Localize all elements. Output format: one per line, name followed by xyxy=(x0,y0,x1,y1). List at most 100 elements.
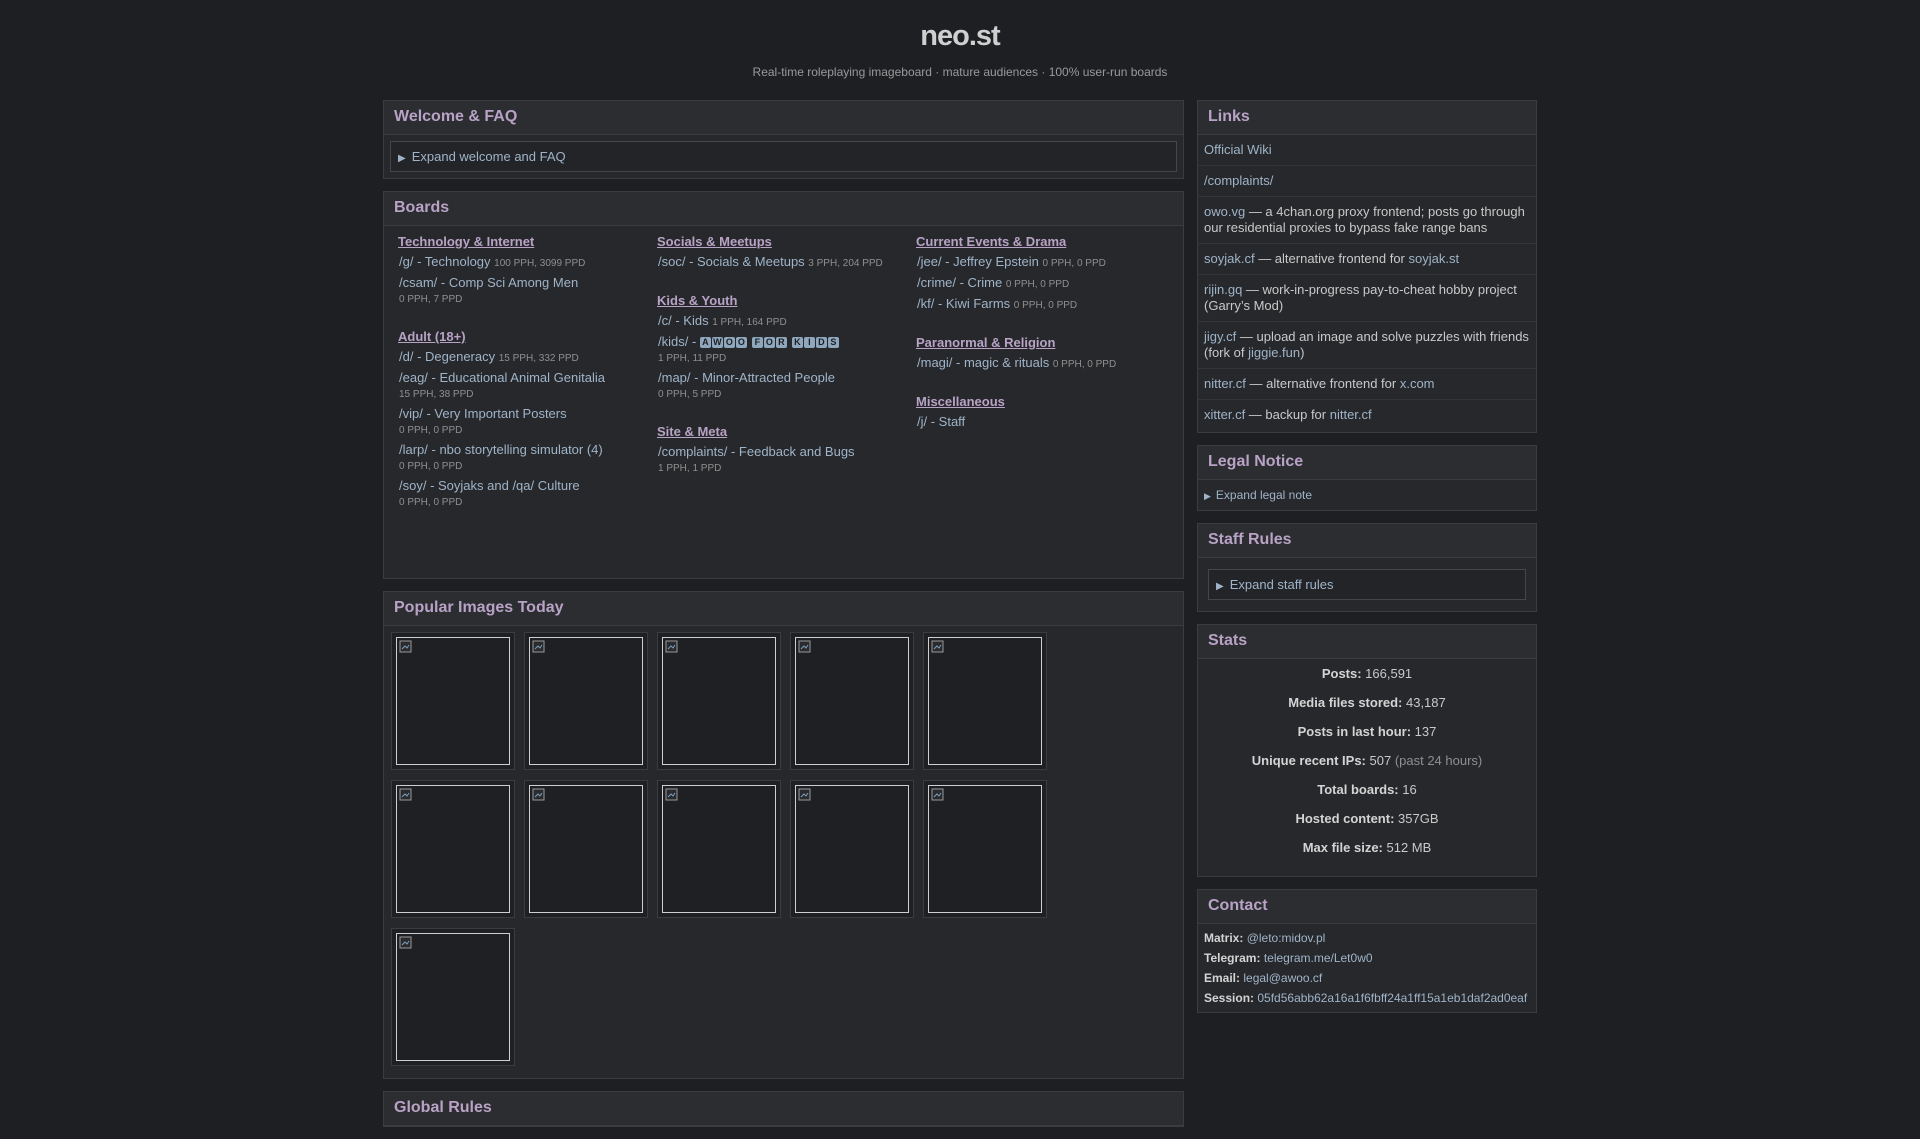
popular-images-grid xyxy=(384,626,1183,1078)
link-soyjak-cf[interactable]: soyjak.cf xyxy=(1204,251,1255,266)
contact-value[interactable]: telegram.me/Let0w0 xyxy=(1264,951,1373,965)
image-thumbnail[interactable] xyxy=(396,933,510,1061)
board-link[interactable]: /eag/ - Educational Animal Genitalia xyxy=(399,370,605,385)
board-entry: /eag/ - Educational Animal Genitalia 15 P… xyxy=(399,370,657,402)
popular-image[interactable] xyxy=(391,632,515,770)
boards-column: Technology & Internet/g/ - Technology 10… xyxy=(398,234,657,564)
popular-image[interactable] xyxy=(391,780,515,918)
kids-badge: AWOOFORKIDS xyxy=(699,334,840,349)
contact-row: Matrix: @leto:midov.pl xyxy=(1198,928,1536,948)
legal-panel: Legal Notice ▶ Expand legal note xyxy=(1197,445,1537,511)
board-link[interactable]: /complaints/ - Feedback and Bugs xyxy=(658,444,855,459)
popular-image[interactable] xyxy=(657,632,781,770)
site-title: neo.st xyxy=(920,20,1000,52)
contact-value[interactable]: legal@awoo.cf xyxy=(1243,971,1322,985)
board-category-kids-youth: Kids & Youth/c/ - Kids 1 PPH, 164 PPD/ki… xyxy=(657,293,916,402)
board-link[interactable]: /magi/ - magic & rituals xyxy=(917,355,1049,370)
legal-expander[interactable]: ▶ Expand legal note xyxy=(1198,480,1536,510)
popular-image[interactable] xyxy=(524,632,648,770)
broken-image-icon xyxy=(931,640,945,654)
stat-value: 16 xyxy=(1398,782,1417,797)
link-owo-vg[interactable]: owo.vg xyxy=(1204,204,1245,219)
popular-image[interactable] xyxy=(391,928,515,1066)
link-rijin-gq[interactable]: rijin.gq xyxy=(1204,282,1242,297)
link-soyjak-st[interactable]: soyjak.st xyxy=(1409,251,1460,266)
board-stats: 0 PPH, 0 PPD xyxy=(1005,279,1070,290)
link-official-wiki[interactable]: Official Wiki xyxy=(1204,142,1272,157)
board-link[interactable]: /g/ - Technology xyxy=(399,254,491,269)
board-category-current-events-drama: Current Events & Drama/jee/ - Jeffrey Ep… xyxy=(916,234,1175,313)
category-title[interactable]: Site & Meta xyxy=(657,424,916,439)
badge-letter: A xyxy=(699,337,711,348)
board-entry: /jee/ - Jeffrey Epstein 0 PPH, 0 PPD xyxy=(917,254,1175,271)
category-title[interactable]: Adult (18+) xyxy=(398,329,657,344)
stat-value: 137 xyxy=(1411,724,1437,739)
side-column: Links Official Wiki/complaints/owo.vg — … xyxy=(1197,100,1537,1025)
board-link[interactable]: /csam/ - Comp Sci Among Men xyxy=(399,275,578,290)
link-nitter-cf[interactable]: nitter.cf xyxy=(1330,407,1372,422)
link-xitter-cf[interactable]: xitter.cf xyxy=(1204,407,1245,422)
board-link[interactable]: /kids/ - xyxy=(658,334,700,349)
link-nitter-cf[interactable]: nitter.cf xyxy=(1204,376,1246,391)
board-link[interactable]: /map/ - Minor-Attracted People xyxy=(658,370,835,385)
board-link[interactable]: /d/ - Degeneracy xyxy=(399,349,495,364)
board-link[interactable]: /soc/ - Socials & Meetups xyxy=(658,254,805,269)
board-stats: 0 PPH, 0 PPD xyxy=(1013,300,1078,311)
badge-letter: O xyxy=(735,337,747,348)
legal-title: Legal Notice xyxy=(1198,446,1536,480)
image-thumbnail[interactable] xyxy=(662,785,776,913)
staff-rules-expander[interactable]: ▶ Expand staff rules xyxy=(1208,569,1526,600)
image-thumbnail[interactable] xyxy=(396,637,510,765)
welcome-expander[interactable]: ▶ Expand welcome and FAQ xyxy=(390,141,1177,172)
image-thumbnail[interactable] xyxy=(928,785,1042,913)
link-row: /complaints/ xyxy=(1198,166,1536,197)
link-row: soyjak.cf — alternative frontend for soy… xyxy=(1198,244,1536,275)
category-title[interactable]: Miscellaneous xyxy=(916,394,1175,409)
link-description: — backup for xyxy=(1245,407,1330,422)
board-link[interactable]: /kf/ - Kiwi Farms xyxy=(917,296,1010,311)
category-title[interactable]: Paranormal & Religion xyxy=(916,335,1175,350)
category-title[interactable]: Current Events & Drama xyxy=(916,234,1175,249)
popular-image[interactable] xyxy=(657,780,781,918)
board-link[interactable]: /larp/ - nbo storytelling simulator (4) xyxy=(399,442,603,457)
stat-line: Total boards: 16 xyxy=(1198,782,1536,798)
link-complaints[interactable]: /complaints/ xyxy=(1204,173,1273,188)
board-link[interactable]: /vip/ - Very Important Posters xyxy=(399,406,567,421)
board-stats: 0 PPH, 5 PPD xyxy=(658,389,722,400)
image-thumbnail[interactable] xyxy=(529,785,643,913)
board-link[interactable]: /c/ - Kids xyxy=(658,313,709,328)
board-entry: /magi/ - magic & rituals 0 PPH, 0 PPD xyxy=(917,355,1175,372)
popular-image[interactable] xyxy=(923,632,1047,770)
link-x-com[interactable]: x.com xyxy=(1400,376,1435,391)
contact-label: Session: xyxy=(1204,991,1255,1005)
popular-image[interactable] xyxy=(923,780,1047,918)
contact-value[interactable]: 05fd56abb62a16a1f6fbff24a1ff15a1eb1daf2a… xyxy=(1257,991,1527,1005)
board-entry: /complaints/ - Feedback and Bugs 1 PPH, 1… xyxy=(658,444,916,476)
link-jiggie-fun[interactable]: jiggie.fun xyxy=(1248,345,1300,360)
broken-image-icon xyxy=(798,640,812,654)
board-link[interactable]: /j/ - Staff xyxy=(917,414,965,429)
category-title[interactable]: Socials & Meetups xyxy=(657,234,916,249)
contact-value[interactable]: @leto:midov.pl xyxy=(1247,931,1326,945)
image-thumbnail[interactable] xyxy=(928,637,1042,765)
link-description: — work-in-progress pay-to-cheat hobby pr… xyxy=(1204,282,1517,313)
image-thumbnail[interactable] xyxy=(396,785,510,913)
category-title[interactable]: Kids & Youth xyxy=(657,293,916,308)
image-thumbnail[interactable] xyxy=(795,637,909,765)
link-jigy-cf[interactable]: jigy.cf xyxy=(1204,329,1236,344)
badge-letter: O xyxy=(723,337,735,348)
category-title[interactable]: Technology & Internet xyxy=(398,234,657,249)
image-thumbnail[interactable] xyxy=(662,637,776,765)
board-link[interactable]: /jee/ - Jeffrey Epstein xyxy=(917,254,1039,269)
popular-image[interactable] xyxy=(524,780,648,918)
board-category-technology-internet: Technology & Internet/g/ - Technology 10… xyxy=(398,234,657,307)
link-description: — alternative frontend for xyxy=(1254,251,1409,266)
stat-value: 507 xyxy=(1365,753,1395,768)
board-link[interactable]: /crime/ - Crime xyxy=(917,275,1002,290)
stats-title: Stats xyxy=(1198,625,1536,659)
popular-image[interactable] xyxy=(790,632,914,770)
board-link[interactable]: /soy/ - Soyjaks and /qa/ Culture xyxy=(399,478,580,493)
image-thumbnail[interactable] xyxy=(529,637,643,765)
image-thumbnail[interactable] xyxy=(795,785,909,913)
popular-image[interactable] xyxy=(790,780,914,918)
